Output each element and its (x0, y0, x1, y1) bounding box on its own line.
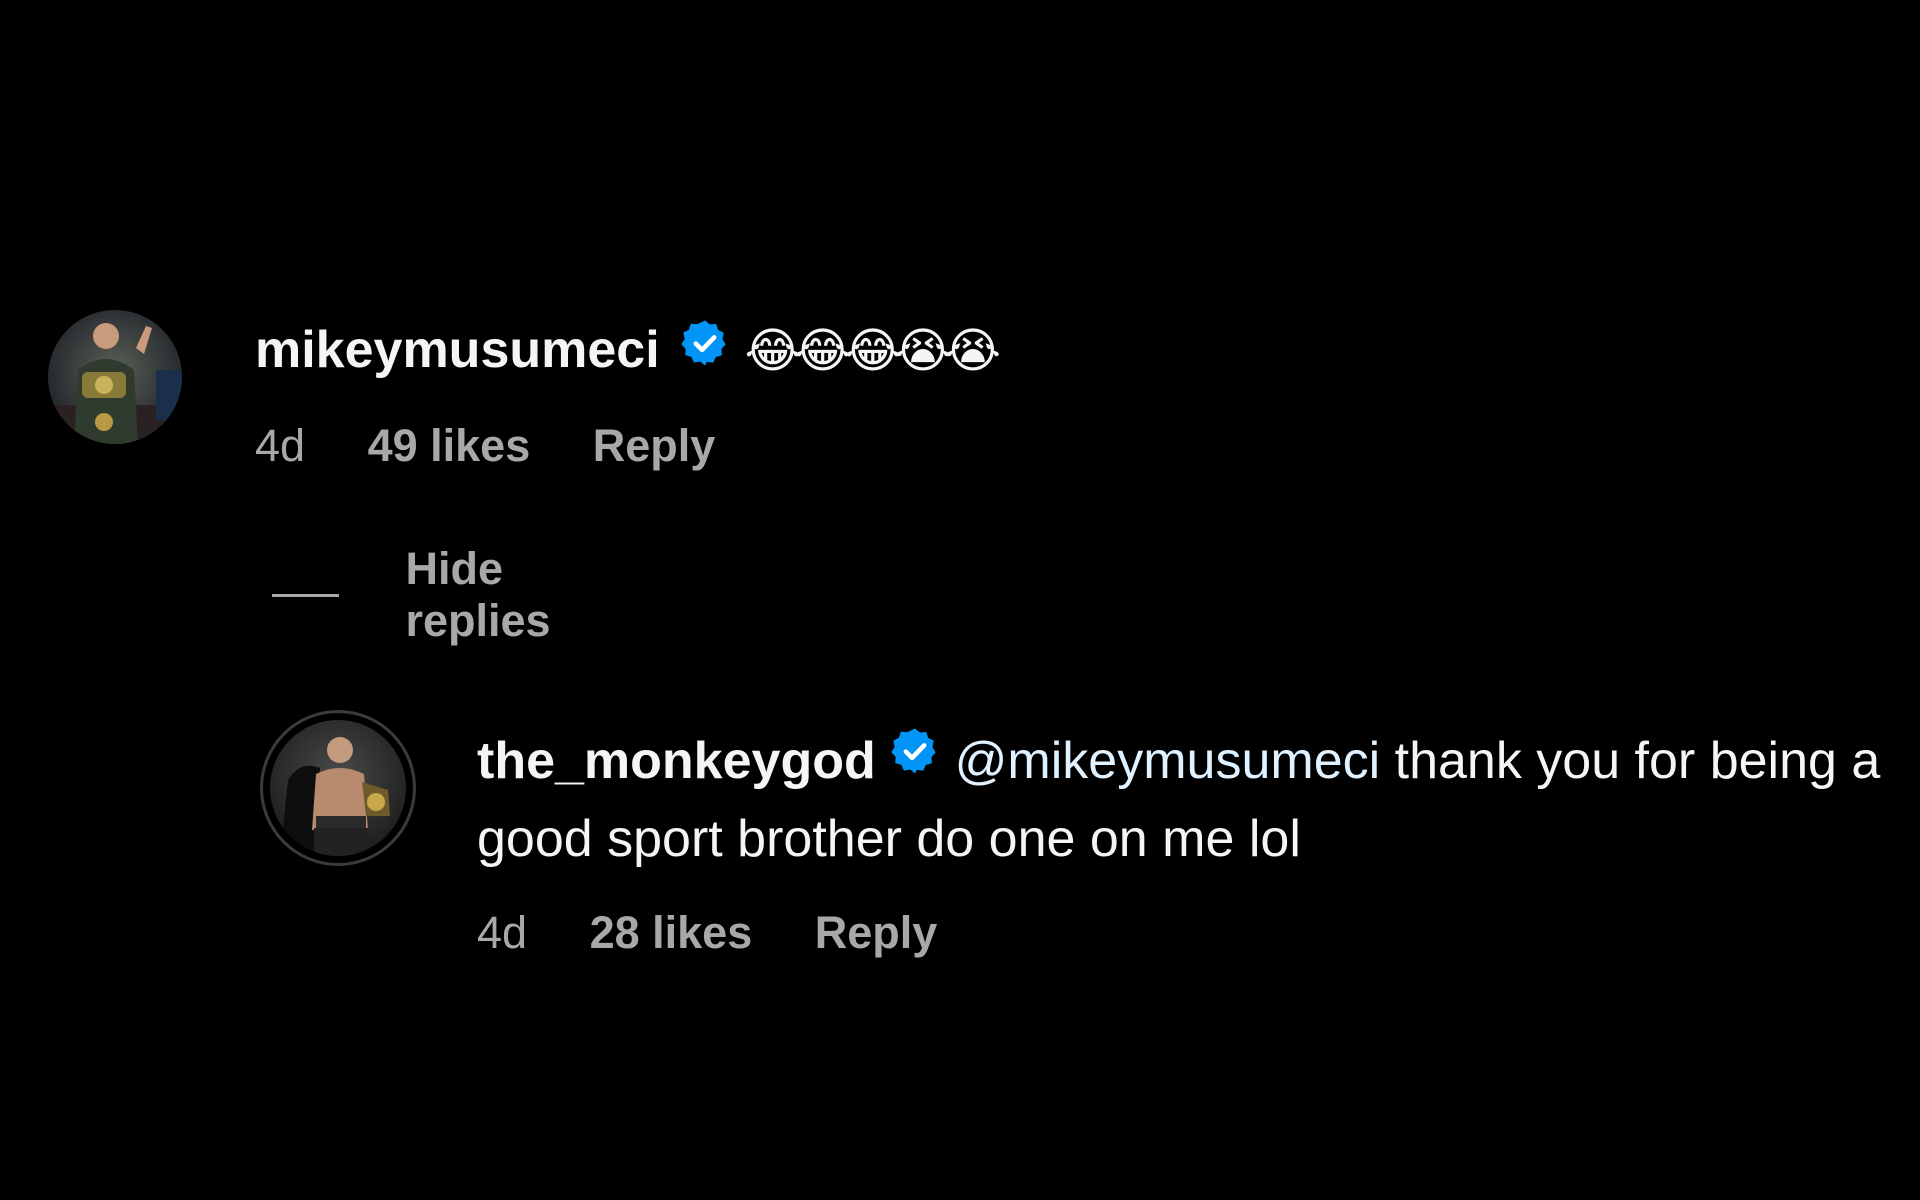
comment-username[interactable]: mikeymusumeci (255, 321, 660, 379)
reply-time[interactable]: 4d (477, 907, 527, 959)
verified-badge-icon (674, 318, 730, 389)
comment-time[interactable]: 4d (255, 420, 305, 472)
comment-meta: 4d 49 likes Reply (255, 420, 715, 472)
reply-reply-button[interactable]: Reply (815, 907, 938, 959)
hide-replies-label: Hide replies (405, 543, 551, 646)
comment-likes[interactable]: 49 likes (368, 420, 531, 472)
comment-reply-button[interactable]: Reply (593, 420, 716, 472)
reply-likes[interactable]: 28 likes (590, 907, 753, 959)
reply-username[interactable]: the_monkeygod (477, 732, 876, 790)
hide-replies-divider (272, 593, 340, 597)
comment-line: mikeymusumeci 😂😂😂😭😭 (255, 318, 1001, 389)
verified-badge-icon (890, 726, 940, 802)
avatar-the-monkeygod[interactable] (270, 720, 406, 856)
reply-mention-link[interactable]: @mikeymusumeci (955, 732, 1381, 790)
comment-text: 😂😂😂😭😭 (744, 325, 1001, 379)
avatar-mikeymusumeci[interactable] (48, 310, 182, 444)
reply-text-block: the_monkeygod @mikeymusumeci thank you f… (477, 724, 1897, 876)
reply-meta: 4d 28 likes Reply (477, 907, 937, 959)
hide-replies-button[interactable]: Hide replies (272, 543, 581, 646)
